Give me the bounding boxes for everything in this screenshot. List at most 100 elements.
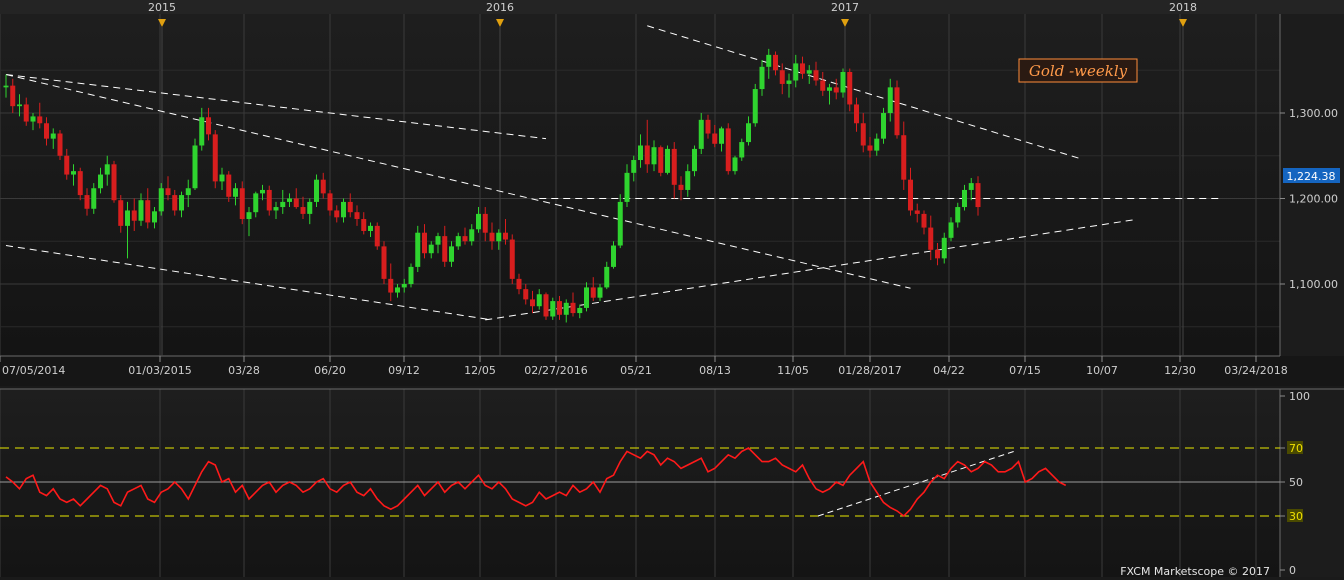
x-tick-label: 12/05 (464, 364, 496, 377)
candle-body (300, 207, 306, 214)
x-tick-label: 01/28/2017 (838, 364, 901, 377)
y-tick-label: 1,100.00 (1289, 278, 1338, 291)
x-tick-label: 08/13 (699, 364, 731, 377)
x-tick-label: 12/30 (1164, 364, 1196, 377)
candle-body (597, 287, 603, 298)
candle-body (759, 66, 765, 90)
candle-body (590, 287, 596, 298)
candle-body (847, 71, 853, 105)
candle-body (145, 200, 151, 223)
candle-body (955, 207, 961, 223)
x-tick-label: 07/05/2014 (2, 364, 65, 377)
year-label: 2017 (831, 1, 859, 14)
candle-body (901, 135, 907, 180)
candle-body (192, 145, 198, 189)
candle-body (638, 145, 643, 161)
candle-body (557, 301, 562, 315)
candle-body (948, 222, 954, 238)
copyright-text: FXCM Marketscope © 2017 (1120, 565, 1270, 578)
year-label: 2016 (486, 1, 514, 14)
candle-body (779, 70, 785, 84)
candle-body (543, 294, 549, 317)
candle-body (37, 116, 43, 124)
candle-body (334, 210, 340, 218)
candle-body (563, 302, 569, 315)
x-tick-label: 03/24/2018 (1224, 364, 1287, 377)
candle-body (766, 54, 772, 67)
candle-body (273, 207, 279, 211)
candle-body (914, 210, 920, 214)
candle-body (705, 119, 711, 134)
rsi-panel (0, 389, 1280, 577)
candle-body (442, 236, 448, 262)
candle-body (3, 85, 9, 88)
candle-body (678, 184, 684, 190)
candle-body (320, 179, 326, 194)
candle-body (739, 142, 745, 158)
candle-body (206, 117, 211, 135)
x-tick-label: 11/05 (777, 364, 809, 377)
candle-body (752, 89, 758, 124)
candle-body (840, 71, 846, 93)
candle-body (314, 179, 319, 202)
x-tick-label: 03/28 (228, 364, 260, 377)
price-axis-panel (1280, 14, 1344, 356)
candle-body (374, 225, 380, 247)
candle-body (260, 189, 265, 194)
candle-body (219, 174, 225, 182)
candle-body (199, 117, 205, 146)
candle-body (867, 145, 873, 151)
x-tick-label: 02/27/2016 (524, 364, 587, 377)
candle-body (287, 198, 292, 202)
candle-body (388, 278, 394, 293)
year-label: 2018 (1169, 1, 1197, 14)
rsi-tick-label: 30 (1289, 510, 1303, 523)
candle-body (509, 239, 515, 279)
x-tick-label: 01/03/2015 (128, 364, 191, 377)
candle-body (152, 211, 157, 223)
candle-body (179, 195, 184, 211)
candle-body (786, 80, 792, 84)
candle-body (172, 195, 178, 211)
candle-body (30, 116, 36, 122)
candle-body (233, 188, 238, 197)
candle-body (138, 200, 144, 221)
x-tick-label: 10/07 (1086, 364, 1118, 377)
candle-body (516, 278, 522, 290)
year-strip (0, 0, 1344, 14)
candle-body (71, 171, 76, 175)
candle-body (381, 246, 387, 279)
candle-body (719, 128, 724, 144)
candle-body (712, 133, 718, 144)
candle-body (570, 302, 576, 314)
chart-title: Gold -weekly (1029, 62, 1128, 80)
candle-body (908, 179, 913, 211)
candle-body (64, 155, 70, 175)
candle-body (293, 198, 299, 208)
candle-body (820, 80, 826, 91)
candle-body (671, 148, 677, 185)
candle-body (422, 232, 427, 254)
candle-body (489, 232, 495, 242)
candle-body (894, 87, 900, 136)
candle-body (631, 160, 637, 173)
candle-body (644, 145, 650, 165)
candle-body (77, 171, 83, 196)
candle-body (928, 227, 934, 250)
date-axis-strip (0, 356, 1344, 386)
price-and-rsi-chart: 2015 2016 2017 2018 07/05/2014 01/03/2015 03/… (0, 0, 1344, 578)
candle-body (665, 148, 670, 173)
candle-body (941, 237, 947, 259)
rsi-tick-label: 50 (1289, 476, 1303, 489)
candle-body (813, 70, 819, 81)
candle-body (341, 201, 346, 218)
candle-body (827, 87, 832, 91)
candle-body (401, 284, 407, 288)
candle-body (550, 301, 556, 317)
candle-body (624, 172, 630, 202)
y-tick-label: 1,300.00 (1289, 107, 1338, 120)
candle-body (435, 236, 441, 245)
candle-body (806, 70, 812, 74)
candle-body (91, 188, 97, 209)
candle-body (833, 87, 839, 93)
